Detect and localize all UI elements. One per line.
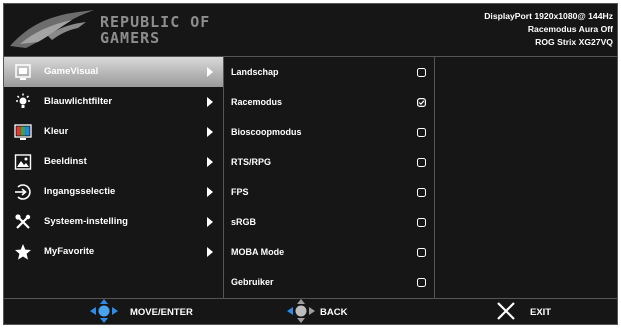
option-label: sRGB [231,217,257,227]
radio-icon [417,68,426,77]
exit-button[interactable]: EXIT [496,298,566,324]
dpad-icon [90,299,118,323]
radio-icon [417,278,426,287]
chevron-right-icon [207,67,213,77]
option-srgb[interactable]: sRGB [224,207,434,237]
dpad-back-icon [287,299,315,323]
option-fps[interactable]: FPS [224,177,434,207]
radio-icon [417,218,426,227]
menu-item-label: Blauwlichtfilter [44,96,113,107]
exit-label: EXIT [530,307,552,318]
tools-icon [15,214,31,229]
menu-item-label: MyFavorite [44,246,95,257]
option-label: Gebruiker [231,277,274,287]
rog-wordmark: REPUBLIC OF GAMERS [100,13,211,47]
move-enter-label: MOVE/ENTER [130,307,193,318]
osd-window: REPUBLIC OF GAMERS DisplayPort 1920x1080… [3,3,618,325]
option-racemodus[interactable]: Racemodus [224,87,434,117]
menu-item-label: GameVisual [44,66,99,77]
chevron-right-icon [207,187,213,197]
main-menu: GameVisual Blauwlichtfilter Kleur Beeldi… [4,57,223,267]
menu-item-label: Beeldinst [44,156,87,167]
option-label: Racemodus [231,97,283,107]
option-gebruiker[interactable]: Gebruiker [224,267,434,297]
option-label: Landschap [231,67,279,77]
menu-item-blauwlichtfilter[interactable]: Blauwlichtfilter [4,87,223,117]
rog-eye-icon [10,10,94,48]
option-bioscoopmodus[interactable]: Bioscoopmodus [224,117,434,147]
rog-logo: REPUBLIC OF GAMERS [8,6,248,54]
menu-item-kleur[interactable]: Kleur [4,117,223,147]
signal-text: DisplayPort 1920x1080@ 144Hz [484,11,613,21]
signal-info: DisplayPort 1920x1080@ 144Hz Racemodus A… [484,10,613,49]
option-label: FPS [231,187,249,197]
color-icon [14,124,32,140]
submenu-divider [434,56,435,298]
chevron-right-icon [207,127,213,137]
menu-item-label: Kleur [44,126,69,137]
bluelight-icon [16,93,30,108]
chevron-right-icon [207,157,213,167]
radio-icon [417,248,426,257]
chevron-right-icon [207,97,213,107]
menu-item-gamevisual[interactable]: GameVisual [4,57,223,87]
close-icon [497,302,515,320]
back-label: BACK [320,307,348,318]
radio-icon [417,128,426,137]
model-text: ROG Strix XG27VQ [535,37,613,47]
radio-icon [417,188,426,197]
option-label: Bioscoopmodus [231,127,302,137]
osd-footer: MOVE/ENTER BACK EXIT [4,298,617,324]
menu-item-label: Systeem-instelling [44,216,128,227]
radio-icon [417,158,426,167]
menu-item-myfavorite[interactable]: MyFavorite [4,237,223,267]
option-moba-mode[interactable]: MOBA Mode [224,237,434,267]
star-icon [15,244,31,260]
checked-icon [417,98,426,107]
option-label: RTS/RPG [231,157,272,167]
chevron-right-icon [207,247,213,257]
menu-item-beeldinst[interactable]: Beeldinst [4,147,223,177]
chevron-right-icon [207,217,213,227]
gamevisual-submenu: Landschap Racemodus Bioscoopmodus RTS/RP… [224,57,434,297]
menu-item-ingangsselectie[interactable]: Ingangsselectie [4,177,223,207]
menu-item-label: Ingangsselectie [44,186,116,197]
menu-item-systeem-instelling[interactable]: Systeem-instelling [4,207,223,237]
input-icon [15,184,31,200]
osd-header: REPUBLIC OF GAMERS DisplayPort 1920x1080… [4,4,617,56]
move-enter-button[interactable]: MOVE/ENTER [90,298,230,324]
option-label: MOBA Mode [231,247,285,257]
gamevisual-icon [15,64,31,80]
option-landschap[interactable]: Landschap [224,57,434,87]
back-button[interactable]: BACK [287,298,367,324]
image-icon [14,154,32,170]
option-rts-rpg[interactable]: RTS/RPG [224,147,434,177]
mode-text: Racemodus Aura Off [527,24,613,34]
